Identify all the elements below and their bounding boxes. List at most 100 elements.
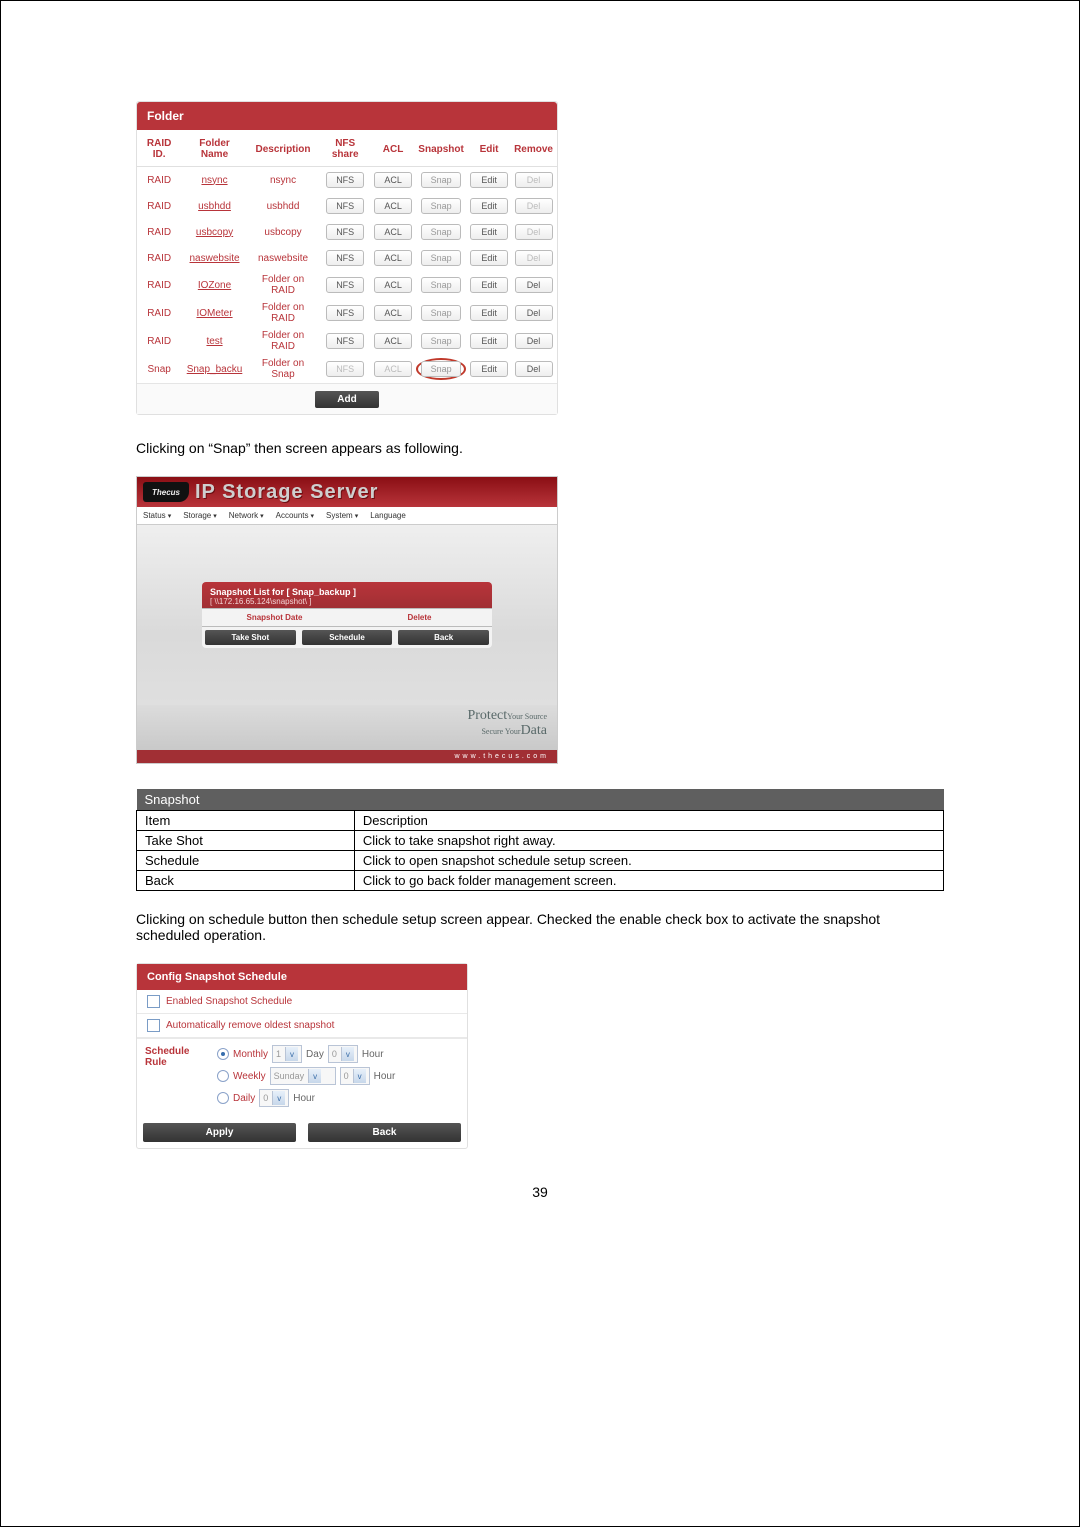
nfs-button[interactable]: NFS	[326, 277, 364, 293]
nfs-button[interactable]: NFS	[326, 333, 364, 349]
nfs-button[interactable]: NFS	[326, 224, 364, 240]
raid-id: Snap	[137, 355, 181, 383]
snap-button[interactable]: Snap	[421, 172, 461, 188]
config-snapshot-schedule-panel: Config Snapshot Schedule Enabled Snapsho…	[136, 963, 468, 1149]
folder-name-link[interactable]: test	[206, 336, 222, 347]
del-button[interactable]: Del	[515, 305, 553, 321]
sched-title: Config Snapshot Schedule	[137, 964, 467, 990]
acl-button[interactable]: ACL	[374, 361, 412, 377]
del-button[interactable]: Del	[515, 172, 553, 188]
acl-button[interactable]: ACL	[374, 198, 412, 214]
weekly-hour-select[interactable]: 0v	[340, 1067, 370, 1085]
schedule-rule-label: Schedule Rule	[137, 1039, 217, 1117]
enable-schedule-checkbox[interactable]	[147, 995, 160, 1008]
menu-accounts[interactable]: Accounts	[270, 507, 320, 524]
menu-storage[interactable]: Storage	[177, 507, 223, 524]
edit-button[interactable]: Edit	[470, 250, 508, 266]
snap-button[interactable]: Snap	[421, 277, 461, 293]
acl-button[interactable]: ACL	[374, 305, 412, 321]
snap-button[interactable]: Snap	[421, 224, 461, 240]
snap-button[interactable]: Snap	[421, 361, 461, 377]
rule-monthly[interactable]: Monthly 1v Day 0v Hour	[217, 1043, 461, 1065]
edit-button[interactable]: Edit	[470, 198, 508, 214]
rule-daily[interactable]: Daily 0v Hour	[217, 1087, 461, 1109]
edit-button[interactable]: Edit	[470, 305, 508, 321]
edit-button[interactable]: Edit	[470, 333, 508, 349]
acl-button[interactable]: ACL	[374, 224, 412, 240]
del-button[interactable]: Del	[515, 198, 553, 214]
nfs-button[interactable]: NFS	[326, 172, 364, 188]
acl-button[interactable]: ACL	[374, 172, 412, 188]
folder-name-link[interactable]: IOMeter	[196, 308, 232, 319]
radio-weekly[interactable]	[217, 1070, 229, 1082]
folder-name-link[interactable]: usbhdd	[198, 201, 231, 212]
del-button[interactable]: Del	[515, 277, 553, 293]
edit-button[interactable]: Edit	[470, 172, 508, 188]
nfs-button[interactable]: NFS	[326, 305, 364, 321]
back-button[interactable]: Back	[398, 630, 489, 645]
folder-name-link[interactable]: IOZone	[198, 280, 231, 291]
monthly-hour-select[interactable]: 0v	[328, 1045, 358, 1063]
ips-url: www.thecus.com	[137, 750, 557, 763]
nfs-button[interactable]: NFS	[326, 361, 364, 377]
take-shot-button[interactable]: Take Shot	[205, 630, 296, 645]
folder-name-link[interactable]: nsync	[201, 175, 227, 186]
table-row: RAIDnaswebsitenaswebsiteNFSACLSnapEditDe…	[137, 245, 557, 271]
col-snap: Snapshot	[414, 130, 468, 167]
acl-button[interactable]: ACL	[374, 333, 412, 349]
menu-status[interactable]: Status	[137, 507, 177, 524]
raid-id: RAID	[137, 327, 181, 355]
folder-table: RAID ID. Folder Name Description NFS sha…	[137, 130, 557, 383]
del-button[interactable]: Del	[515, 333, 553, 349]
schedule-button[interactable]: Schedule	[302, 630, 393, 645]
sched-back-button[interactable]: Back	[308, 1123, 461, 1142]
monthly-day-select[interactable]: 1v	[272, 1045, 302, 1063]
acl-button[interactable]: ACL	[374, 277, 412, 293]
menu-language[interactable]: Language	[364, 507, 412, 524]
menu-network[interactable]: Network	[223, 507, 270, 524]
snapshot-desc-table: Snapshot Item Description Take ShotClick…	[136, 789, 944, 891]
snap-button[interactable]: Snap	[421, 250, 461, 266]
thecus-logo: Thecus	[143, 482, 189, 502]
del-button[interactable]: Del	[515, 250, 553, 266]
folder-name-link[interactable]: usbcopy	[196, 227, 233, 238]
apply-button[interactable]: Apply	[143, 1123, 296, 1142]
snap-button[interactable]: Snap	[421, 333, 461, 349]
edit-button[interactable]: Edit	[470, 361, 508, 377]
del-button[interactable]: Del	[515, 224, 553, 240]
nfs-button[interactable]: NFS	[326, 198, 364, 214]
weekly-day-select[interactable]: Sundayv	[270, 1067, 336, 1085]
desc-text: Click to go back folder management scree…	[354, 871, 943, 891]
nfs-button[interactable]: NFS	[326, 250, 364, 266]
radio-daily[interactable]	[217, 1092, 229, 1104]
daily-hour-select[interactable]: 0v	[259, 1089, 289, 1107]
snapshot-list-title: Snapshot List for [ Snap_backup ]	[210, 587, 484, 597]
edit-button[interactable]: Edit	[470, 224, 508, 240]
enable-schedule-row[interactable]: Enabled Snapshot Schedule	[137, 990, 467, 1014]
snap-button[interactable]: Snap	[421, 305, 461, 321]
folder-desc: Folder on RAID	[248, 327, 319, 355]
col-desc: Description	[248, 130, 319, 167]
table-row: RAIDusbhddusbhddNFSACLSnapEditDel	[137, 193, 557, 219]
acl-button[interactable]: ACL	[374, 250, 412, 266]
edit-button[interactable]: Edit	[470, 277, 508, 293]
auto-remove-row[interactable]: Automatically remove oldest snapshot	[137, 1014, 467, 1038]
snap-button[interactable]: Snap	[421, 198, 461, 214]
col-name: Folder Name	[181, 130, 247, 167]
folder-name-link[interactable]: naswebsite	[190, 253, 240, 264]
folder-name-link[interactable]: Snap_backu	[187, 364, 243, 375]
folder-desc: Folder on RAID	[248, 271, 319, 299]
auto-remove-checkbox[interactable]	[147, 1019, 160, 1032]
menu-system[interactable]: System	[320, 507, 364, 524]
table-row: RAIDnsyncnsyncNFSACLSnapEditDel	[137, 167, 557, 194]
add-button[interactable]: Add	[315, 391, 378, 408]
desc-text: Click to open snapshot schedule setup sc…	[354, 851, 943, 871]
col-acl: ACL	[372, 130, 414, 167]
desc-item: Back	[137, 871, 355, 891]
rule-weekly[interactable]: Weekly Sundayv 0v Hour	[217, 1065, 461, 1087]
label-monthly: Monthly	[233, 1049, 268, 1060]
del-button[interactable]: Del	[515, 361, 553, 377]
label-hour-monthly: Hour	[362, 1049, 384, 1060]
radio-monthly[interactable]	[217, 1048, 229, 1060]
col-remove: Remove	[510, 130, 557, 167]
